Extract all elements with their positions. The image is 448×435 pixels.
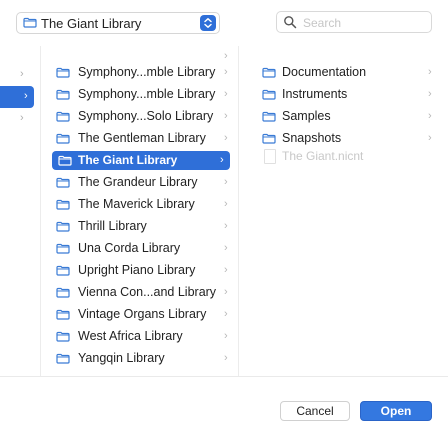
- toolbar: The Giant Library: [0, 0, 448, 44]
- list-item[interactable]: Vintage Organs Library ›: [44, 304, 238, 326]
- item-label: The Gentleman Library: [78, 131, 206, 145]
- chevron-right-icon: ›: [428, 132, 432, 144]
- chevron-right-icon: ›: [224, 352, 228, 364]
- chevron-right-icon: ›: [428, 110, 432, 122]
- list-item[interactable]: Yangqin Library ›: [44, 348, 238, 370]
- item-label: Symphony...mble Library: [78, 65, 216, 79]
- list-item[interactable]: Upright Piano Library ›: [44, 260, 238, 282]
- item-label: Upright Piano Library: [78, 263, 196, 277]
- item-label: The Maverick Library: [78, 197, 195, 211]
- search-icon: [283, 15, 297, 34]
- item-label: Vintage Organs Library: [78, 307, 207, 321]
- chevron-right-icon: ›: [224, 88, 228, 100]
- list-item[interactable]: Symphony...Solo Library ›: [44, 106, 238, 128]
- list-item[interactable]: The Maverick Library ›: [44, 194, 238, 216]
- search-input[interactable]: [301, 14, 429, 32]
- item-label: Una Corda Library: [78, 241, 181, 255]
- path-popup-button[interactable]: The Giant Library: [16, 12, 220, 34]
- folder-icon: [56, 111, 70, 122]
- list-item[interactable]: Una Corda Library ›: [44, 238, 238, 260]
- list-item-selected[interactable]: ›: [0, 86, 40, 108]
- item-label: West Africa Library: [78, 329, 183, 343]
- browser-column-libraries: › Symphony...mble Library › Symphony...mbl…: [44, 46, 239, 376]
- file-item[interactable]: The Giant.nicnt: [244, 146, 448, 166]
- chevron-right-icon: ›: [224, 66, 228, 78]
- chevron-updown-icon[interactable]: [200, 15, 216, 31]
- open-button[interactable]: Open: [360, 401, 432, 421]
- item-label: Yangqin Library: [78, 351, 165, 365]
- chevron-right-icon: ›: [224, 132, 228, 144]
- folder-icon: [56, 199, 70, 210]
- folder-icon: [56, 353, 70, 364]
- item-label: Vienna Con...and Library: [78, 285, 217, 299]
- item-label: Symphony...mble Library: [78, 87, 216, 101]
- folder-icon: [262, 67, 276, 78]
- list-item[interactable]: The Grandeur Library ›: [44, 172, 238, 194]
- folder-icon: [262, 133, 276, 144]
- folder-icon: [56, 287, 70, 298]
- list-item[interactable]: Symphony...mble Library ›: [44, 84, 238, 106]
- item-label: Snapshots: [282, 131, 342, 145]
- list-item[interactable]: ›: [0, 64, 40, 86]
- list-item[interactable]: ›: [0, 108, 40, 130]
- list-item-selected[interactable]: The Giant Library ›: [52, 150, 230, 172]
- list-item[interactable]: Vienna Con...and Library ›: [44, 282, 238, 304]
- list-item[interactable]: Symphony...mble Library ›: [44, 62, 238, 84]
- chevron-right-icon: ›: [224, 198, 228, 210]
- folder-icon: [56, 309, 70, 320]
- list-item[interactable]: Samples ›: [244, 106, 448, 128]
- chevron-right-icon: ›: [220, 154, 224, 166]
- chevron-right-icon: ›: [224, 286, 228, 298]
- chevron-right-icon: ›: [224, 308, 228, 320]
- item-label: Documentation: [282, 65, 367, 79]
- browser-column-contents: Documentation › Instruments › Samples › Snapsh…: [244, 46, 448, 376]
- chevron-right-icon: ›: [24, 90, 28, 102]
- chevron-right-icon: ›: [20, 112, 24, 124]
- item-label: Thrill Library: [78, 219, 147, 233]
- file-icon: [264, 149, 276, 164]
- chevron-right-icon: ›: [224, 50, 228, 62]
- path-popup-label: The Giant Library: [41, 16, 142, 31]
- item-label: Symphony...Solo Library: [78, 109, 214, 123]
- chevron-right-icon: ›: [428, 66, 432, 78]
- chevron-right-icon: ›: [224, 264, 228, 276]
- selection-highlight: ›: [0, 86, 34, 108]
- chevron-right-icon: ›: [224, 220, 228, 232]
- folder-icon: [262, 111, 276, 122]
- file-name: The Giant.nicnt: [282, 149, 364, 163]
- item-label: The Grandeur Library: [78, 175, 198, 189]
- folder-icon: [56, 133, 70, 144]
- folder-icon: [56, 331, 70, 342]
- folder-icon: [56, 89, 70, 100]
- chevron-right-icon: ›: [224, 330, 228, 342]
- folder-icon: [23, 17, 37, 28]
- dialog-footer: Cancel Open: [0, 376, 448, 435]
- chevron-right-icon: ›: [224, 176, 228, 188]
- folder-icon: [56, 67, 70, 78]
- list-item[interactable]: Thrill Library ›: [44, 216, 238, 238]
- folder-icon: [58, 155, 72, 166]
- list-item[interactable]: The Gentleman Library ›: [44, 128, 238, 150]
- list-item[interactable]: West Africa Library ›: [44, 326, 238, 348]
- chevron-right-icon: ›: [224, 110, 228, 122]
- folder-icon: [56, 221, 70, 232]
- chevron-right-icon: ›: [20, 68, 24, 80]
- folder-icon: [262, 89, 276, 100]
- item-label: Instruments: [282, 87, 348, 101]
- folder-icon: [56, 243, 70, 254]
- item-label: The Giant Library: [78, 153, 178, 167]
- folder-icon: [56, 177, 70, 188]
- search-field[interactable]: [276, 11, 432, 33]
- folder-icon: [56, 265, 70, 276]
- list-item[interactable]: Instruments ›: [244, 84, 448, 106]
- item-label: Samples: [282, 109, 331, 123]
- list-item[interactable]: Documentation ›: [244, 62, 448, 84]
- browser-column-parent: › › ›: [0, 46, 41, 376]
- chevron-right-icon: ›: [224, 242, 228, 254]
- cancel-button[interactable]: Cancel: [280, 401, 350, 421]
- chevron-right-icon: ›: [428, 88, 432, 100]
